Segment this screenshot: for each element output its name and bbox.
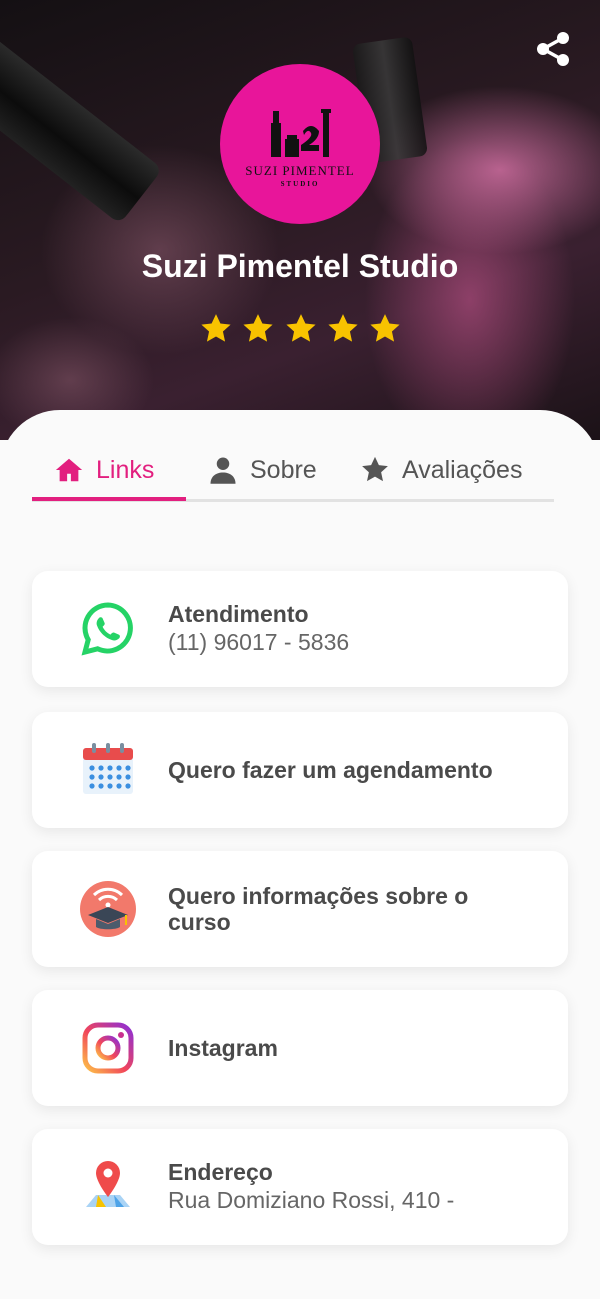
map-pin-icon [86,1161,130,1207]
link-card-agendamento[interactable]: Quero fazer um agendamento [32,712,568,828]
link-card-title: Endereço [168,1159,273,1185]
logo-sub-text: STUDIO [280,179,320,188]
link-card-title: Quero informações sobre o curso [168,883,469,935]
tab-sobre[interactable]: Sobre [208,448,317,492]
link-card-subtitle: Rua Domiziano Rossi, 410 - [168,1187,455,1213]
tab-avaliacoes[interactable]: Avaliações [360,448,522,492]
logo-name-text: SUZI PIMENTEL [245,162,355,178]
tab-links[interactable]: Links [54,448,154,492]
star-icon [201,314,231,342]
home-icon [55,458,83,482]
tab-sobre-label: Sobre [250,455,317,484]
link-card-endereco[interactable]: Endereço Rua Domiziano Rossi, 410 - [32,1129,568,1245]
star-icon [362,456,388,482]
link-card-subtitle: (11) 96017 - 5836 [168,629,350,655]
tab-bar: Links Sobre Avaliações [32,440,554,502]
graduation-cap-icon [80,881,136,937]
makeup-brush-image [0,27,163,225]
tab-links-label: Links [96,455,155,484]
link-card-title: Instagram [168,1035,278,1061]
link-card-instagram[interactable]: Instagram [32,990,568,1106]
calendar-icon [83,743,133,794]
active-tab-indicator [32,497,186,501]
profile-title: Suzi Pimentel Studio [141,248,459,284]
link-card-title: Atendimento [168,601,309,627]
share-icon[interactable] [534,30,572,68]
star-icon [328,314,358,342]
link-card-atendimento[interactable]: Atendimento (11) 96017 - 5836 [32,571,568,687]
tab-avaliacoes-label: Avaliações [402,455,523,484]
studio-logo: SUZI PIMENTEL STUDIO [220,64,380,224]
user-icon [210,457,236,484]
logo-monogram-icon [271,108,331,157]
rating-stars [199,312,402,348]
whatsapp-icon [81,602,133,656]
star-icon [370,314,400,342]
star-icon [285,314,316,342]
star-icon [243,314,273,342]
link-card-curso[interactable]: Quero informações sobre o curso [32,851,568,967]
link-card-title: Quero fazer um agendamento [168,757,493,783]
instagram-icon [82,1022,134,1074]
